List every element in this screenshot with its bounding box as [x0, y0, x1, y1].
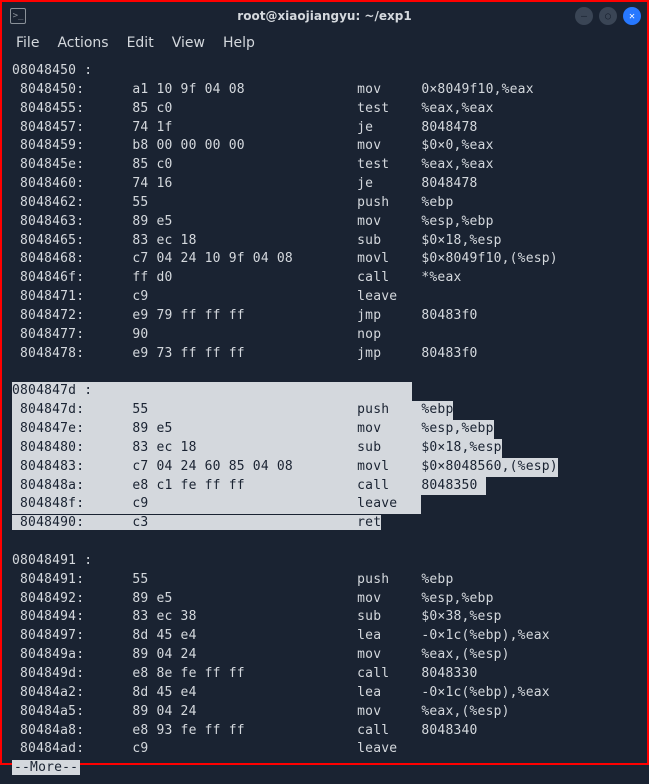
menu-actions[interactable]: Actions: [57, 35, 108, 51]
disasm-line: 8048472: e9 79 ff ff ff jmp 80483f0: [12, 308, 486, 323]
disasm-line: 8048497: 8d 45 e4 lea -0×1c(%ebp),%eax: [12, 628, 550, 643]
disasm-line: 8048463: 89 e5 mov %esp,%ebp: [12, 214, 494, 229]
window-title: root@xiaojiangyu: ~/exp1: [237, 9, 411, 23]
section-header-highlight: 0804847d :: [12, 382, 412, 401]
disasm-line: 8048494: 83 ec 38 sub $0×38,%esp: [12, 609, 502, 624]
disasm-line-highlight: 8048483: c7 04 24 60 85 04 08 movl $0×80…: [12, 458, 558, 477]
disasm-line: 8048491: 55 push %ebp: [12, 572, 453, 587]
titlebar: >_ root@xiaojiangyu: ~/exp1 – ○ ✕: [2, 2, 647, 30]
terminal-output[interactable]: 08048450 : 8048450: a1 10 9f 04 08 mov 0…: [2, 56, 647, 784]
disasm-line-highlight: 804848f: c9 leave: [12, 495, 421, 514]
section-header: 08048450 :: [12, 63, 92, 78]
disasm-line-highlight: 804847e: 89 e5 mov %esp,%ebp: [12, 420, 494, 439]
maximize-button[interactable]: ○: [599, 7, 617, 25]
menu-help[interactable]: Help: [223, 35, 255, 51]
disasm-line: 8048471: c9 leave: [12, 289, 421, 304]
disasm-line: 804849d: e8 8e fe ff ff call 8048330: [12, 666, 486, 681]
close-button[interactable]: ✕: [623, 7, 641, 25]
minimize-button[interactable]: –: [575, 7, 593, 25]
disasm-line-highlight: 804848a: e8 c1 fe ff ff call 8048350: [12, 477, 486, 496]
disasm-line: 80484a8: e8 93 fe ff ff call 8048340: [12, 723, 486, 738]
pager-more[interactable]: --More--: [12, 760, 80, 775]
disasm-line: 804845e: 85 c0 test %eax,%eax: [12, 157, 494, 172]
terminal-icon: >_: [10, 8, 26, 24]
disasm-line: 8048455: 85 c0 test %eax,%eax: [12, 101, 494, 116]
disasm-line-highlight-partial: 8048490: c3 ret: [12, 515, 421, 530]
disasm-line: 8048459: b8 00 00 00 00 mov $0×0,%eax: [12, 138, 494, 153]
menu-file[interactable]: File: [16, 35, 39, 51]
disasm-line: 804849a: 89 04 24 mov %eax,(%esp): [12, 647, 510, 662]
window-controls: – ○ ✕: [575, 7, 641, 25]
disasm-line: 804846f: ff d0 call *%eax: [12, 270, 462, 285]
disasm-line: 8048477: 90 nop: [12, 327, 421, 342]
menu-edit[interactable]: Edit: [127, 35, 154, 51]
disasm-line: 80484a2: 8d 45 e4 lea -0×1c(%ebp),%eax: [12, 685, 550, 700]
disasm-line: 8048457: 74 1f je 8048478: [12, 120, 486, 135]
disasm-line: 8048492: 89 e5 mov %esp,%ebp: [12, 591, 494, 606]
disasm-line: 80484a5: 89 04 24 mov %eax,(%esp): [12, 704, 510, 719]
section-header: 08048491 :: [12, 553, 92, 568]
disasm-line: 8048462: 55 push %ebp: [12, 195, 453, 210]
menu-view[interactable]: View: [172, 35, 205, 51]
disasm-line-highlight: 804847d: 55 push %ebp: [12, 401, 453, 420]
disasm-line: 8048450: a1 10 9f 04 08 mov 0×8049f10,%e…: [12, 82, 534, 97]
disasm-line-highlight: 8048480: 83 ec 18 sub $0×18,%esp: [12, 439, 502, 458]
disasm-line: 80484ad: c9 leave: [12, 741, 421, 756]
menubar: File Actions Edit View Help: [2, 30, 647, 56]
disasm-line: 8048460: 74 16 je 8048478: [12, 176, 486, 191]
disasm-line: 8048478: e9 73 ff ff ff jmp 80483f0: [12, 346, 486, 361]
disasm-line: 8048465: 83 ec 18 sub $0×18,%esp: [12, 233, 502, 248]
disasm-line: 8048468: c7 04 24 10 9f 04 08 movl $0×80…: [12, 251, 558, 266]
